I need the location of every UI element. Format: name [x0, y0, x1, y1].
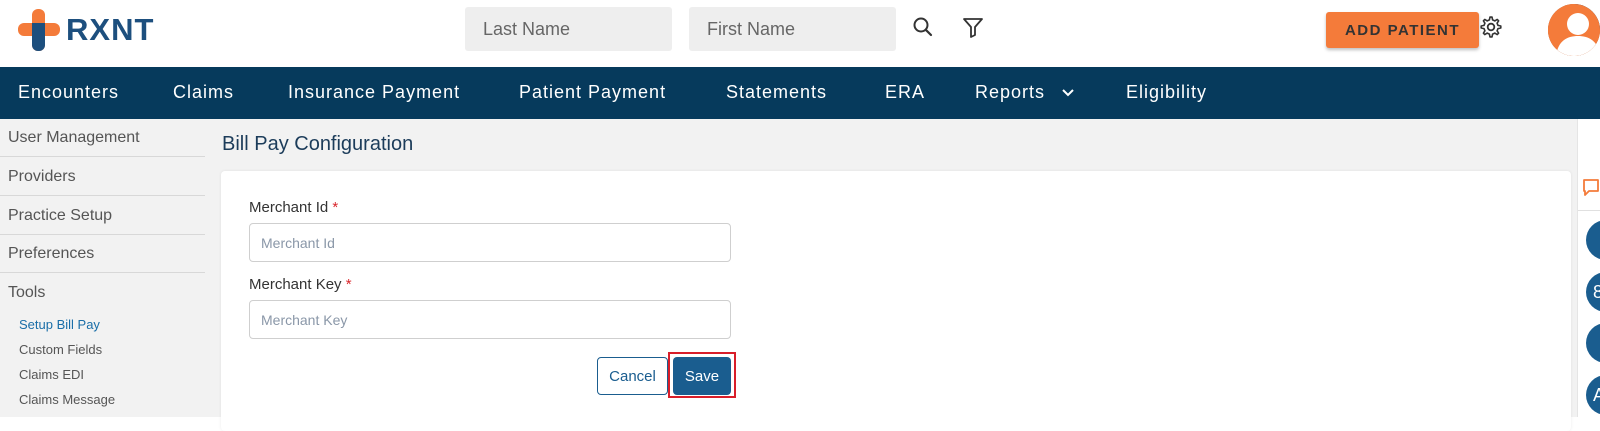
search-icon[interactable]	[910, 14, 936, 40]
sidebar-subitem-setup-bill-pay[interactable]: Setup Bill Pay	[19, 317, 100, 332]
merchant-key-input[interactable]	[249, 300, 731, 339]
right-rail: 8 A	[1577, 119, 1600, 417]
required-asterisk: *	[345, 276, 352, 293]
rail-button-4[interactable]: A	[1586, 375, 1600, 415]
divider	[1578, 210, 1600, 211]
user-avatar[interactable]	[1548, 4, 1600, 56]
bill-pay-form-card: Merchant Id * Merchant Key * Cancel Save	[221, 171, 1571, 431]
divider	[0, 156, 205, 157]
settings-sidebar: User Management Providers Practice Setup…	[0, 119, 205, 417]
first-name-input[interactable]	[689, 7, 896, 51]
rail-button-1[interactable]	[1586, 220, 1600, 260]
page-title: Bill Pay Configuration	[222, 133, 414, 155]
sidebar-subitem-custom-fields[interactable]: Custom Fields	[19, 342, 102, 357]
divider	[0, 272, 205, 273]
sidebar-item-providers[interactable]: Providers	[8, 168, 205, 186]
top-header: RXNT ADD PATIENT	[0, 0, 1600, 67]
nav-claims[interactable]: Claims	[173, 82, 234, 103]
filter-icon[interactable]	[960, 14, 986, 40]
rail-button-2[interactable]: 8	[1586, 272, 1600, 312]
nav-eligibility[interactable]: Eligibility	[1126, 82, 1207, 103]
merchant-id-label: Merchant Id *	[249, 199, 338, 216]
add-patient-button[interactable]: ADD PATIENT	[1326, 12, 1479, 48]
nav-insurance-payment[interactable]: Insurance Payment	[288, 82, 460, 103]
sidebar-item-practice-setup[interactable]: Practice Setup	[8, 207, 205, 225]
divider	[0, 195, 205, 196]
sidebar-subitem-claims-edi[interactable]: Claims EDI	[19, 367, 84, 382]
nav-era[interactable]: ERA	[885, 82, 925, 103]
logo-cross-icon	[18, 9, 60, 51]
merchant-id-label-text: Merchant Id	[249, 199, 329, 216]
divider	[0, 234, 205, 235]
merchant-key-label: Merchant Key *	[249, 276, 352, 293]
rxnt-logo[interactable]: RXNT	[18, 9, 154, 51]
nav-statements[interactable]: Statements	[726, 82, 827, 103]
save-button[interactable]: Save	[673, 357, 731, 395]
main-content: Bill Pay Configuration Merchant Id * Mer…	[205, 119, 1577, 431]
merchant-key-label-text: Merchant Key	[249, 276, 342, 293]
cancel-button[interactable]: Cancel	[597, 357, 668, 395]
nav-patient-payment[interactable]: Patient Payment	[519, 82, 666, 103]
sidebar-item-user-management[interactable]: User Management	[8, 129, 205, 147]
nav-reports[interactable]: Reports	[975, 82, 1075, 103]
sidebar-subitem-claims-message[interactable]: Claims Message	[19, 392, 115, 407]
required-asterisk: *	[332, 199, 339, 216]
gear-icon[interactable]	[1478, 14, 1504, 40]
nav-reports-label: Reports	[975, 82, 1046, 102]
rail-button-3[interactable]	[1586, 323, 1600, 363]
merchant-id-input[interactable]	[249, 223, 731, 262]
chat-icon[interactable]	[1580, 177, 1600, 199]
main-nav-bar: Encounters Claims Insurance Payment Pati…	[0, 67, 1600, 119]
sidebar-item-tools[interactable]: Tools	[8, 284, 205, 302]
logo-text: RXNT	[66, 12, 155, 47]
chevron-down-icon	[1062, 89, 1074, 97]
last-name-input[interactable]	[465, 7, 672, 51]
nav-encounters[interactable]: Encounters	[18, 82, 119, 103]
sidebar-item-preferences[interactable]: Preferences	[8, 245, 205, 263]
